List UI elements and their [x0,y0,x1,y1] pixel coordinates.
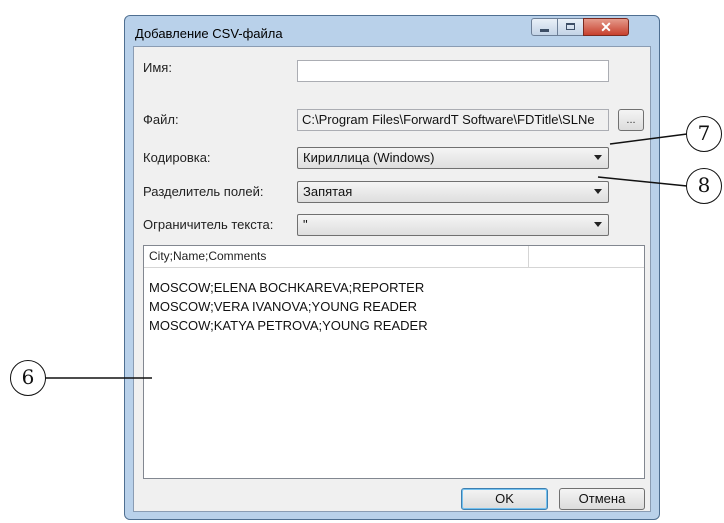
window-title: Добавление CSV-файла [135,26,283,41]
list-item[interactable]: MOSCOW;VERA IVANOVA;YOUNG READER [149,297,428,316]
column-header[interactable]: City;Name;Comments [144,246,529,267]
delimiter-label: Ограничитель текста: [143,217,274,232]
delimiter-value: " [303,217,308,232]
callout-8: 8 [686,168,722,204]
dialog-body: Имя: Файл: C:\Program Files\ForwardT Sof… [133,46,651,512]
preview-header: City;Name;Comments [144,246,644,268]
delimiter-select[interactable]: " [297,214,609,236]
list-item[interactable]: MOSCOW;ELENA BOCHKAREVA;REPORTER [149,278,428,297]
chevron-down-icon [594,222,602,227]
encoding-select[interactable]: Кириллица (Windows) [297,147,609,169]
encoding-value: Кириллица (Windows) [303,150,435,165]
title-bar[interactable]: Добавление CSV-файла ✕ [125,16,659,46]
list-item[interactable]: MOSCOW;KATYA PETROVA;YOUNG READER [149,316,428,335]
minimize-button[interactable] [531,18,558,36]
name-field[interactable] [297,60,609,82]
ok-button[interactable]: OK [461,488,548,510]
cancel-button[interactable]: Отмена [559,488,645,510]
preview-list[interactable]: City;Name;Comments MOSCOW;ELENA BOCHKARE… [143,245,645,479]
csv-dialog: Добавление CSV-файла ✕ Имя: Файл: C:\Pro… [124,15,660,520]
encoding-label: Кодировка: [143,150,211,165]
maximize-icon [566,23,575,30]
separator-label: Разделитель полей: [143,184,264,199]
chevron-down-icon [594,155,602,160]
maximize-button[interactable] [557,18,584,36]
separator-select[interactable]: Запятая [297,181,609,203]
browse-button[interactable]: ... [618,109,644,131]
close-button[interactable]: ✕ [583,18,629,36]
preview-rows: MOSCOW;ELENA BOCHKAREVA;REPORTER MOSCOW;… [149,278,428,335]
separator-value: Запятая [303,184,353,199]
callout-7: 7 [686,116,722,152]
file-path-field[interactable]: C:\Program Files\ForwardT Software\FDTit… [297,109,609,131]
chevron-down-icon [594,189,602,194]
file-label: Файл: [143,112,179,127]
callout-6: 6 [10,360,46,396]
close-icon: ✕ [600,19,612,35]
name-label: Имя: [143,60,172,75]
minimize-icon [540,29,549,32]
